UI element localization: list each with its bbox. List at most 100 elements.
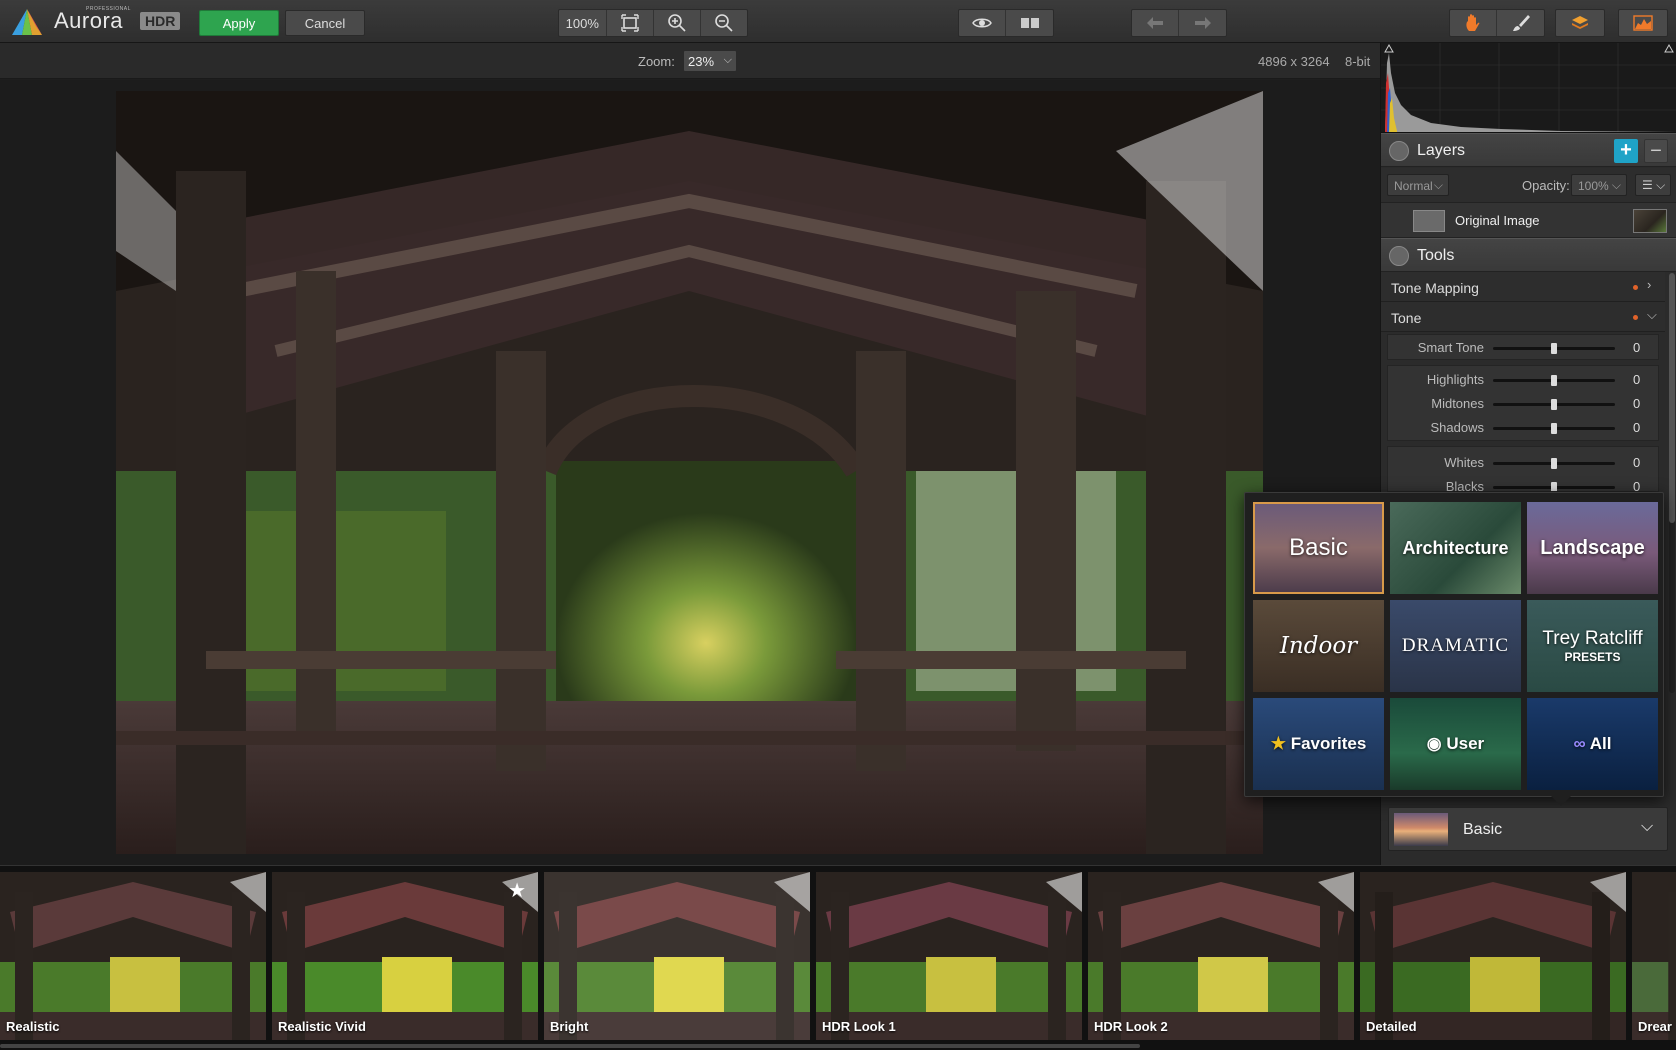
slider-value: 0	[1633, 455, 1641, 470]
chevron-down-icon: ⌵	[1641, 818, 1654, 835]
redo-button[interactable]	[1179, 10, 1226, 36]
remove-layer-button[interactable]: −	[1644, 139, 1668, 163]
opacity-select[interactable]: 100% ⌵	[1571, 174, 1627, 196]
slider-track[interactable]	[1493, 482, 1615, 491]
slider-track[interactable]	[1493, 375, 1615, 386]
category-user[interactable]: ◉ User	[1390, 698, 1521, 790]
histogram-graph	[1381, 43, 1676, 132]
layer-menu-button[interactable]: ☰ ⌵	[1635, 174, 1671, 196]
slider-track[interactable]	[1493, 399, 1615, 410]
category-name: User	[1446, 734, 1485, 753]
fit-screen-button[interactable]	[607, 10, 654, 36]
zoom-tools-group: 100%	[558, 9, 748, 37]
chevron-down-icon: ⌵	[1647, 307, 1657, 322]
image-canvas[interactable]	[0, 80, 1380, 865]
cancel-button[interactable]: Cancel	[285, 10, 365, 36]
app-logo: PROFESSIONAL Aurora HDR	[10, 6, 181, 38]
zoom-100-button[interactable]: 100%	[559, 10, 607, 36]
scrollbar-thumb[interactable]	[1669, 273, 1675, 523]
slider-track[interactable]	[1493, 423, 1615, 434]
preset-preview	[816, 872, 1082, 1040]
preset-thumbnail[interactable]: Detailed	[1360, 872, 1626, 1040]
preset-preview	[0, 872, 266, 1040]
preset-name: HDR Look 2	[1094, 1019, 1168, 1034]
preset-thumbnail[interactable]: Drear	[1632, 872, 1676, 1040]
slider-value: 0	[1633, 340, 1641, 355]
preset-category-thumbnail	[1394, 813, 1448, 846]
infinity-icon: ∞	[1573, 734, 1586, 753]
apply-button[interactable]: Apply	[199, 10, 279, 36]
slider-knob[interactable]	[1551, 458, 1557, 469]
tool-label: Tone Mapping	[1391, 280, 1479, 296]
blend-mode-select[interactable]: Normal ⌵	[1387, 174, 1449, 196]
category-favorites[interactable]: ★ Favorites	[1253, 698, 1384, 790]
histogram	[1381, 43, 1676, 133]
layers-toggle-button[interactable]	[1556, 10, 1604, 36]
user-icon: ◉	[1426, 734, 1442, 753]
preset-thumbnail[interactable]: HDR Look 2	[1088, 872, 1354, 1040]
category-indoor[interactable]: Indoor	[1253, 600, 1384, 692]
smart-tone-group: Smart Tone 0	[1387, 334, 1659, 360]
brush-tool-button[interactable]	[1497, 10, 1544, 36]
preset-category-value: Basic	[1463, 821, 1503, 838]
histogram-toggle-button[interactable]	[1619, 10, 1667, 36]
tools-title: Tools	[1417, 247, 1455, 264]
slider-knob[interactable]	[1551, 399, 1557, 410]
compare-tools-group	[958, 9, 1054, 37]
zoom-in-button[interactable]	[654, 10, 701, 36]
category-landscape[interactable]: Landscape	[1527, 502, 1658, 594]
main-photo[interactable]	[116, 91, 1263, 854]
preview-button[interactable]	[959, 10, 1007, 36]
category-subtitle: PRESETS	[1564, 650, 1621, 664]
tool-tone-mapping[interactable]: Tone Mapping ›	[1381, 272, 1665, 302]
slider-knob[interactable]	[1551, 482, 1557, 491]
mask-tools-group	[1449, 9, 1545, 37]
category-basic[interactable]: Basic	[1253, 502, 1384, 594]
zoom-in-icon	[667, 14, 686, 32]
category-trey-ratcliff[interactable]: Trey Ratcliff PRESETS	[1527, 600, 1658, 692]
preset-name: Realistic	[6, 1019, 60, 1034]
slider-knob[interactable]	[1551, 343, 1557, 354]
preset-thumbnail[interactable]: HDR Look 1	[816, 872, 1082, 1040]
zoom-select[interactable]: 23% ⌵	[683, 50, 737, 72]
slider-value: 0	[1633, 372, 1641, 387]
preset-preview	[1360, 872, 1626, 1040]
preset-thumbnail[interactable]: ★ Realistic Vivid	[272, 872, 538, 1040]
filmstrip-scrollbar[interactable]	[0, 1044, 1140, 1048]
category-all[interactable]: ∞ All	[1527, 698, 1658, 790]
split-view-icon	[1020, 18, 1039, 28]
slider-row: Blacks 0	[1388, 476, 1658, 491]
undo-button[interactable]	[1132, 10, 1180, 36]
category-name: Indoor	[1279, 633, 1358, 659]
tonal-range-group: Highlights 0 Midtones 0 Shadows 0	[1387, 365, 1659, 441]
pan-tool-button[interactable]	[1450, 10, 1498, 36]
layer-row[interactable]: Original Image	[1381, 202, 1676, 238]
preset-name: Detailed	[1366, 1019, 1417, 1034]
slider-label: Highlights	[1426, 372, 1484, 387]
star-icon: ★	[1270, 734, 1286, 753]
tool-tone[interactable]: Tone ⌵	[1381, 302, 1665, 332]
slider-row: Highlights 0	[1388, 369, 1660, 391]
preset-preview	[1088, 872, 1354, 1040]
favorite-star-icon[interactable]: ★	[508, 878, 526, 903]
category-dramatic[interactable]: DRAMATIC	[1390, 600, 1521, 692]
zoom-out-icon	[714, 14, 733, 32]
preset-filmstrip: Realistic ★ Realistic Vivid Bright HDR L…	[0, 865, 1676, 1050]
panel-scrollbar[interactable]	[1669, 273, 1675, 693]
split-view-button[interactable]	[1006, 10, 1053, 36]
menu-icon: ☰ ⌵	[1642, 178, 1666, 192]
tools-header[interactable]: Tools	[1381, 238, 1676, 272]
slider-knob[interactable]	[1551, 375, 1557, 386]
category-architecture[interactable]: Architecture	[1390, 502, 1521, 594]
preset-category-select[interactable]: Basic ⌵	[1388, 807, 1668, 851]
slider-value: 0	[1633, 396, 1641, 411]
preset-thumbnail[interactable]: Realistic	[0, 872, 266, 1040]
add-layer-button[interactable]: +	[1614, 139, 1638, 163]
slider-track[interactable]	[1493, 343, 1615, 354]
layers-header[interactable]: Layers + −	[1381, 133, 1676, 167]
slider-knob[interactable]	[1551, 423, 1557, 434]
slider-row: Whites 0	[1388, 452, 1658, 474]
zoom-out-button[interactable]	[701, 10, 748, 36]
preset-thumbnail[interactable]: Bright	[544, 872, 810, 1040]
slider-track[interactable]	[1493, 458, 1615, 469]
